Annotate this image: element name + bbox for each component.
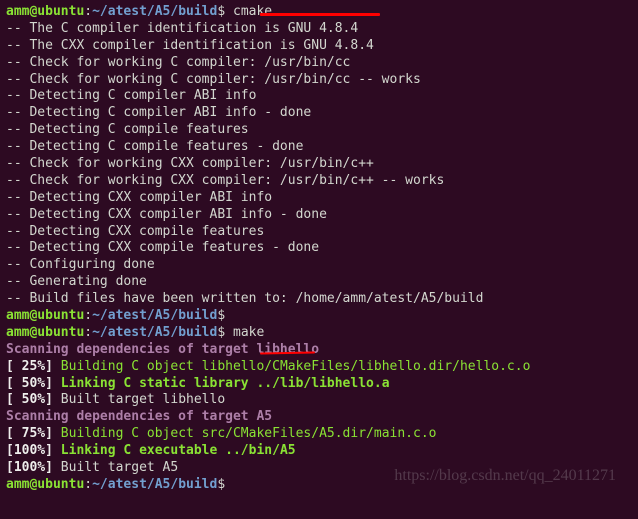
built-line: [ 50%] Built target libhello [6, 392, 632, 409]
prompt-sep1: : [84, 477, 92, 492]
prompt-sep2: $ [217, 477, 225, 492]
link-action: Linking C static library ../lib/libhello… [61, 376, 390, 391]
output-line: -- Detecting C compile features [6, 122, 632, 139]
progress-pct: [ 50%] [6, 376, 61, 391]
built-line: [100%] Built target A5 [6, 460, 632, 477]
command-cmake [225, 4, 233, 19]
link-line: [ 50%] Linking C static library ../lib/l… [6, 376, 632, 393]
progress-pct: [ 25%] [6, 359, 61, 374]
prompt-sep2: $ [217, 308, 225, 323]
link-line: [100%] Linking C executable ../bin/A5 [6, 443, 632, 460]
progress-pct: [100%] [6, 443, 61, 458]
progress-pct: [ 75%] [6, 426, 61, 441]
built-text: Built target libhello [61, 392, 225, 407]
prompt-path: ~/atest/A5/build [92, 477, 217, 492]
output-line: -- Detecting CXX compile features - done [6, 240, 632, 257]
built-text: Built target A5 [61, 460, 178, 475]
output-line: -- Detecting CXX compile features [6, 224, 632, 241]
output-line: -- Check for working CXX compiler: /usr/… [6, 173, 632, 190]
command-make [225, 325, 233, 340]
output-line: -- Check for working C compiler: /usr/bi… [6, 72, 632, 89]
scan-line: Scanning dependencies of target A5 [6, 409, 632, 426]
progress-pct: [100%] [6, 460, 61, 475]
prompt-userhost: amm@ubuntu [6, 308, 84, 323]
prompt-path: ~/atest/A5/build [92, 4, 217, 19]
scan-line: Scanning dependencies of target libhello [6, 342, 632, 359]
terminal-output: amm@ubuntu:~/atest/A5/build$ cmake .. --… [6, 4, 632, 494]
command-text: make [233, 325, 264, 340]
output-line: -- Generating done [6, 274, 632, 291]
prompt-path: ~/atest/A5/build [92, 308, 217, 323]
prompt-sep1: : [84, 325, 92, 340]
command-text: cmake .. [233, 4, 296, 19]
output-line: -- The CXX compiler identification is GN… [6, 38, 632, 55]
prompt-userhost: amm@ubuntu [6, 325, 84, 340]
output-line: -- Detecting CXX compiler ABI info [6, 190, 632, 207]
prompt-sep2: $ [217, 4, 225, 19]
annotation-underline-cmake [260, 13, 380, 16]
build-line: [ 75%] Building C object src/CMakeFiles/… [6, 426, 632, 443]
output-line: -- Build files have been written to: /ho… [6, 291, 632, 308]
prompt-userhost: amm@ubuntu [6, 477, 84, 492]
build-action: Building C object src/CMakeFiles/A5.dir/… [61, 426, 437, 441]
output-line: -- Configuring done [6, 257, 632, 274]
prompt-sep2: $ [217, 325, 225, 340]
output-line: -- Detecting C compile features - done [6, 139, 632, 156]
build-action: Building C object libhello/CMakeFiles/li… [61, 359, 531, 374]
prompt-sep1: : [84, 308, 92, 323]
prompt-line-3[interactable]: amm@ubuntu:~/atest/A5/build$ make [6, 325, 632, 342]
output-line: -- Detecting C compiler ABI info - done [6, 105, 632, 122]
output-line: -- Detecting CXX compiler ABI info - don… [6, 207, 632, 224]
output-line: -- Check for working C compiler: /usr/bi… [6, 55, 632, 72]
prompt-line-2[interactable]: amm@ubuntu:~/atest/A5/build$ [6, 308, 632, 325]
prompt-path: ~/atest/A5/build [92, 325, 217, 340]
output-line: -- Check for working CXX compiler: /usr/… [6, 156, 632, 173]
progress-pct: [ 50%] [6, 392, 61, 407]
output-line: -- Detecting C compiler ABI info [6, 88, 632, 105]
prompt-line-4[interactable]: amm@ubuntu:~/atest/A5/build$ [6, 477, 632, 494]
prompt-sep1: : [84, 4, 92, 19]
output-line: -- The C compiler identification is GNU … [6, 21, 632, 38]
link-action: Linking C executable ../bin/A5 [61, 443, 296, 458]
prompt-userhost: amm@ubuntu [6, 4, 84, 19]
build-line: [ 25%] Building C object libhello/CMakeF… [6, 359, 632, 376]
